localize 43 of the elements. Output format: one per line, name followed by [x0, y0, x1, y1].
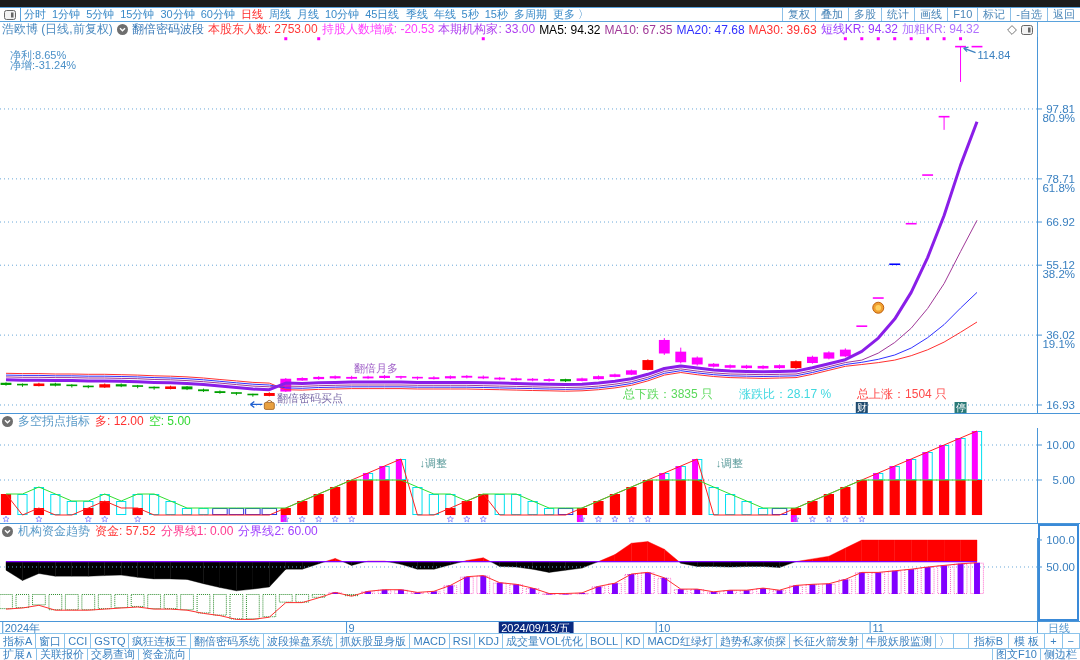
- period-label: 日线: [1047, 621, 1070, 634]
- legend-value: MA5: 94.32: [539, 22, 601, 37]
- signal-label: ↓调整: [419, 457, 447, 470]
- signal-label: ↓调整: [715, 457, 744, 470]
- signal-label: 翻倍月多: [353, 362, 398, 375]
- pane-title: 机构资金趋势: [18, 522, 90, 540]
- axis-tick-label: 66.92: [1046, 216, 1075, 228]
- axis-tick-label: 10.00: [1046, 439, 1075, 451]
- axis-tick-label: 78.71: [1046, 172, 1075, 185]
- market-stat: 涨跌比：28.17 %: [739, 388, 832, 401]
- legend-value: 加粗KR: 94.32: [902, 21, 980, 38]
- axis-tick-label: 97.81: [1046, 102, 1075, 115]
- market-stat: 总上涨：1504 只: [857, 388, 948, 401]
- cursor-date-label: 2024/09/13/五: [498, 621, 574, 634]
- legend-value: 资金: 57.52: [95, 522, 156, 540]
- pane-title: 多空拐点指标: [18, 412, 90, 430]
- legend-value: MA10: 67.35: [604, 22, 673, 37]
- fundamentals-text: 净增:-31.24%: [10, 60, 77, 70]
- date-label: 11: [872, 621, 884, 634]
- buy-point-label: 翻倍密码买点: [277, 392, 344, 405]
- date-label: 9: [348, 621, 355, 634]
- legend-value: 持股人数增减: -20.53: [321, 21, 435, 38]
- legend-value: MA30: 39.63: [748, 22, 817, 37]
- fundamentals-text: 净利:8.65%: [10, 50, 67, 60]
- legend-value: 空: 5.00: [148, 412, 191, 430]
- legend-value: 本股东人数: 2753.00: [207, 21, 318, 38]
- date-label: 2024年: [4, 621, 41, 634]
- legend-value: 本期机构家: 33.00: [438, 21, 536, 38]
- chart-title: 浩欧博 (日线,前复权): [2, 21, 113, 38]
- axis-tick-label: 100.0: [1046, 534, 1075, 546]
- market-stat: 总下跌：3835 只: [623, 388, 714, 401]
- percent-label: 80.9%: [1042, 112, 1075, 125]
- legend-value: 分界线2: 60.00: [238, 522, 318, 540]
- axis-tick-label: 50.00: [1046, 561, 1075, 573]
- legend-value: 分界线1: 0.00: [160, 522, 234, 540]
- axis-tick-label: 5.00: [1052, 474, 1075, 486]
- date-label: 10: [658, 621, 671, 634]
- legend-value: MA20: 47.68: [676, 22, 745, 37]
- axis-tick-label: 16.93: [1046, 399, 1075, 411]
- max-price-label: 114.84: [977, 48, 1011, 61]
- legend-value: 多: 12.00: [95, 412, 144, 430]
- percent-label: 61.8%: [1042, 182, 1075, 195]
- legend-value: 短线KR: 94.32: [820, 21, 898, 38]
